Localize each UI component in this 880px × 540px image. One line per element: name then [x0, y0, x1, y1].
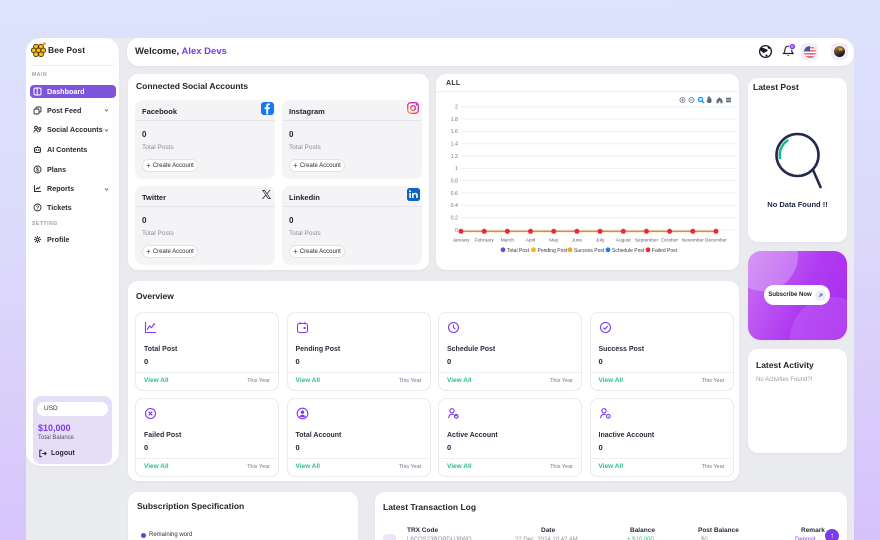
svg-text:November: November [682, 237, 705, 243]
svg-text:July: July [596, 237, 605, 243]
svg-text:?: ? [36, 205, 39, 211]
svg-text:August: August [616, 237, 632, 243]
svg-text:February: February [475, 237, 495, 243]
svg-text:Success Post: Success Post [574, 248, 605, 254]
svg-text:0.2: 0.2 [451, 215, 458, 221]
svg-text:Failed Post: Failed Post [652, 248, 678, 254]
svg-text:0: 0 [455, 228, 458, 234]
svg-text:December: December [705, 237, 728, 243]
svg-text:1.2: 1.2 [451, 154, 458, 160]
svg-text:October: October [661, 237, 678, 243]
svg-text:January: January [452, 237, 470, 243]
svg-text:1: 1 [455, 166, 458, 172]
svg-text:0.4: 0.4 [451, 203, 458, 209]
svg-text:March: March [501, 237, 515, 243]
svg-text:0.8: 0.8 [451, 178, 458, 184]
svg-text:Schedule Post: Schedule Post [612, 248, 645, 254]
svg-text:1.8: 1.8 [451, 117, 458, 123]
svg-text:June: June [572, 237, 583, 243]
svg-text:2: 2 [455, 105, 458, 111]
svg-text:1.6: 1.6 [451, 129, 458, 135]
svg-text:April: April [526, 237, 536, 243]
svg-text:0.6: 0.6 [451, 191, 458, 197]
svg-text:1.4: 1.4 [451, 141, 458, 147]
svg-text:Total Post: Total Post [507, 248, 530, 254]
svg-text:May: May [549, 237, 559, 243]
svg-text:$: $ [36, 167, 39, 173]
svg-text:Pending Post: Pending Post [538, 248, 568, 254]
svg-text:September: September [635, 237, 659, 243]
